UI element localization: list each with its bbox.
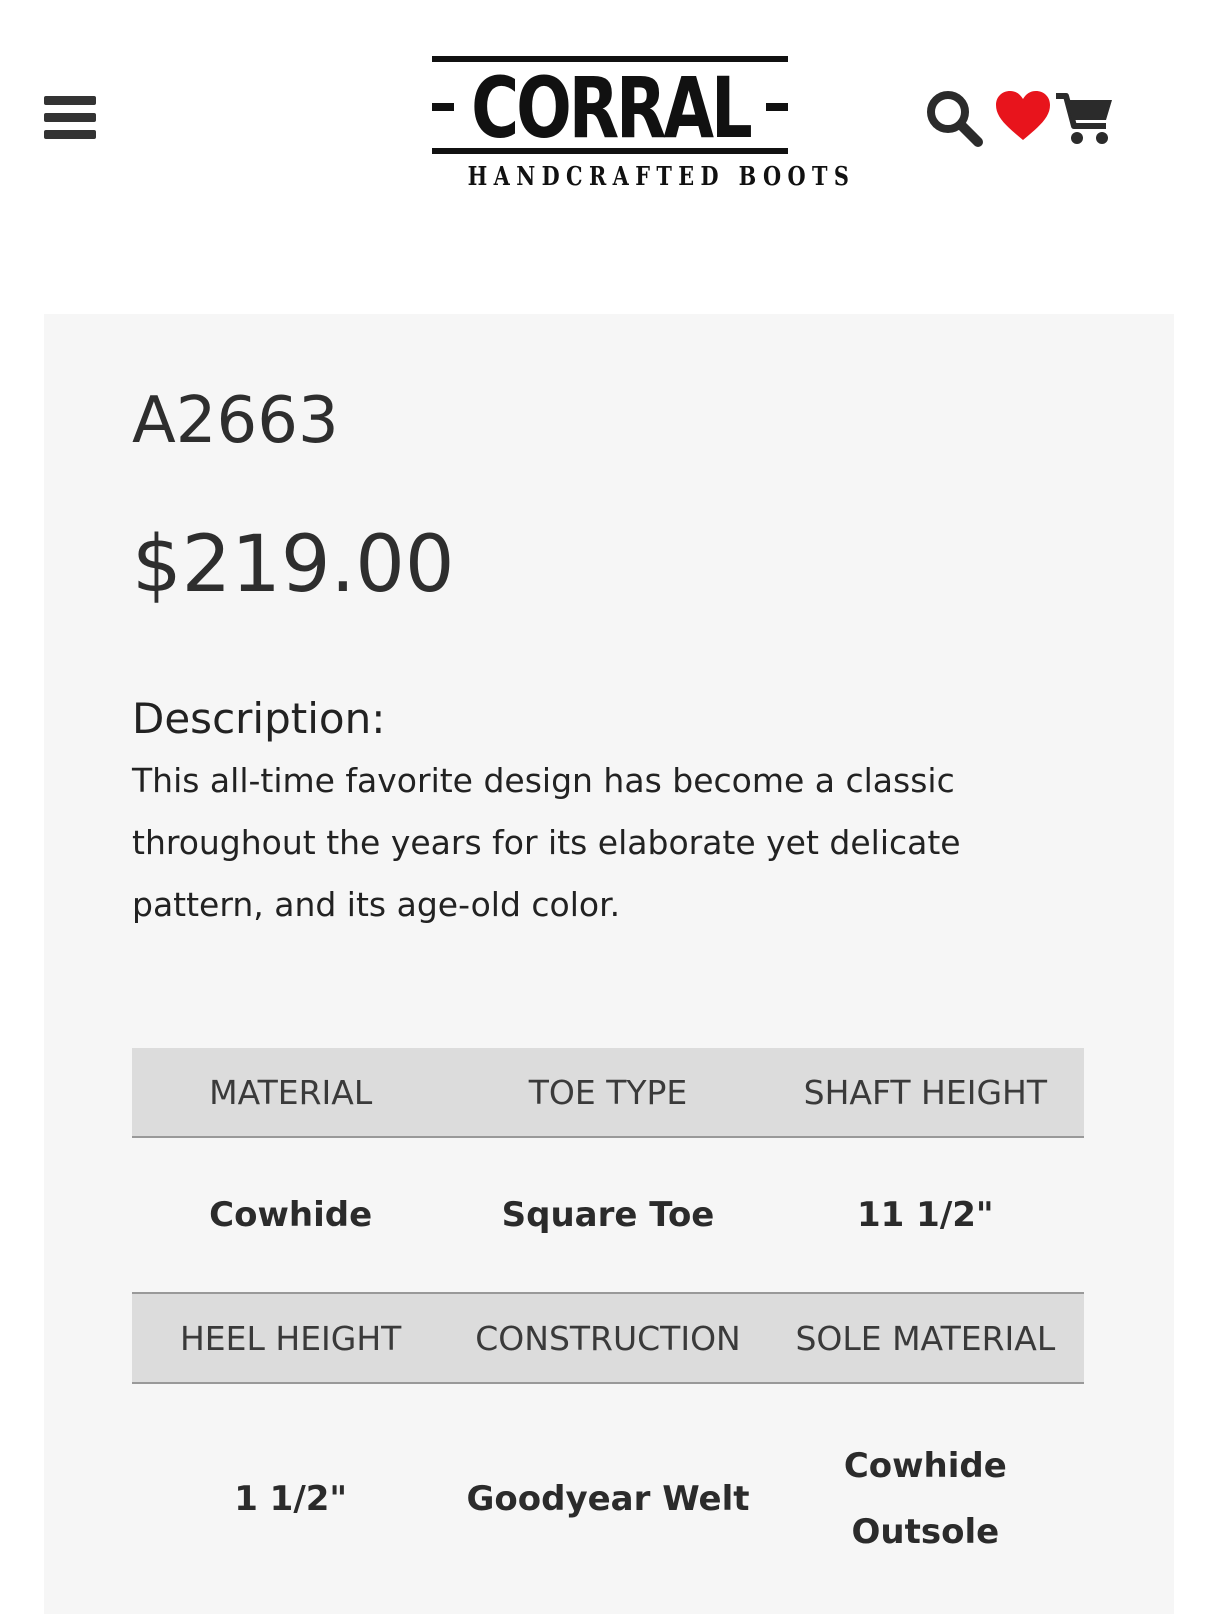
product-price: $219.00	[132, 520, 455, 610]
spec-header-toe-type: TOE TYPE	[449, 1048, 767, 1138]
logo-bottom-bar	[432, 148, 788, 154]
menu-icon[interactable]	[44, 96, 96, 140]
cart-icon[interactable]	[1054, 92, 1114, 148]
description-text: This all-time favorite design has become…	[132, 761, 961, 924]
description-heading: Description:	[132, 694, 386, 743]
site-header: CORRAL HANDCRAFTED BOOTS	[0, 0, 1214, 300]
spec-value-sole-material: Cowhide Outsole	[843, 1446, 1007, 1552]
logo-left-dash	[432, 103, 454, 111]
spec-header-row: HEEL HEIGHT CONSTRUCTION SOLE MATERIAL	[132, 1292, 1084, 1384]
spec-table: MATERIAL TOE TYPE SHAFT HEIGHT Cowhide S…	[132, 1048, 1084, 1614]
spec-header-sole-material: SOLE MATERIAL	[766, 1292, 1084, 1384]
spec-value-shaft-height: 11 1/2"	[857, 1195, 994, 1235]
search-icon[interactable]	[924, 88, 986, 150]
spec-header-heel-height: HEEL HEIGHT	[132, 1292, 450, 1384]
spec-value-heel-height: 1 1/2"	[234, 1479, 348, 1519]
spec-header-row: MATERIAL TOE TYPE SHAFT HEIGHT	[132, 1048, 1084, 1138]
spec-value-row: Cowhide Square Toe 11 1/2"	[132, 1137, 1084, 1293]
corral-logo[interactable]: CORRAL HANDCRAFTED BOOTS	[432, 56, 856, 196]
logo-right-dash	[766, 103, 788, 111]
spec-value-row: 1 1/2" Goodyear Welt Cowhide Outsole	[132, 1383, 1084, 1614]
spec-header-material: MATERIAL	[132, 1048, 450, 1138]
spec-header-shaft-height: SHAFT HEIGHT	[766, 1048, 1084, 1138]
spec-header-construction: CONSTRUCTION	[449, 1292, 767, 1384]
header-actions	[920, 86, 1120, 152]
product-card: A2663 $219.00 Description: This all-time…	[44, 314, 1174, 1614]
product-sku: A2663	[132, 384, 339, 458]
heart-icon[interactable]	[994, 90, 1052, 142]
logo-tagline: HANDCRAFTED BOOTS	[467, 162, 856, 192]
spec-value-material: Cowhide	[209, 1195, 373, 1235]
spec-value-construction: Goodyear Welt	[466, 1479, 750, 1519]
logo-word: CORRAL	[471, 59, 753, 157]
spec-value-toe-type: Square Toe	[501, 1195, 715, 1235]
